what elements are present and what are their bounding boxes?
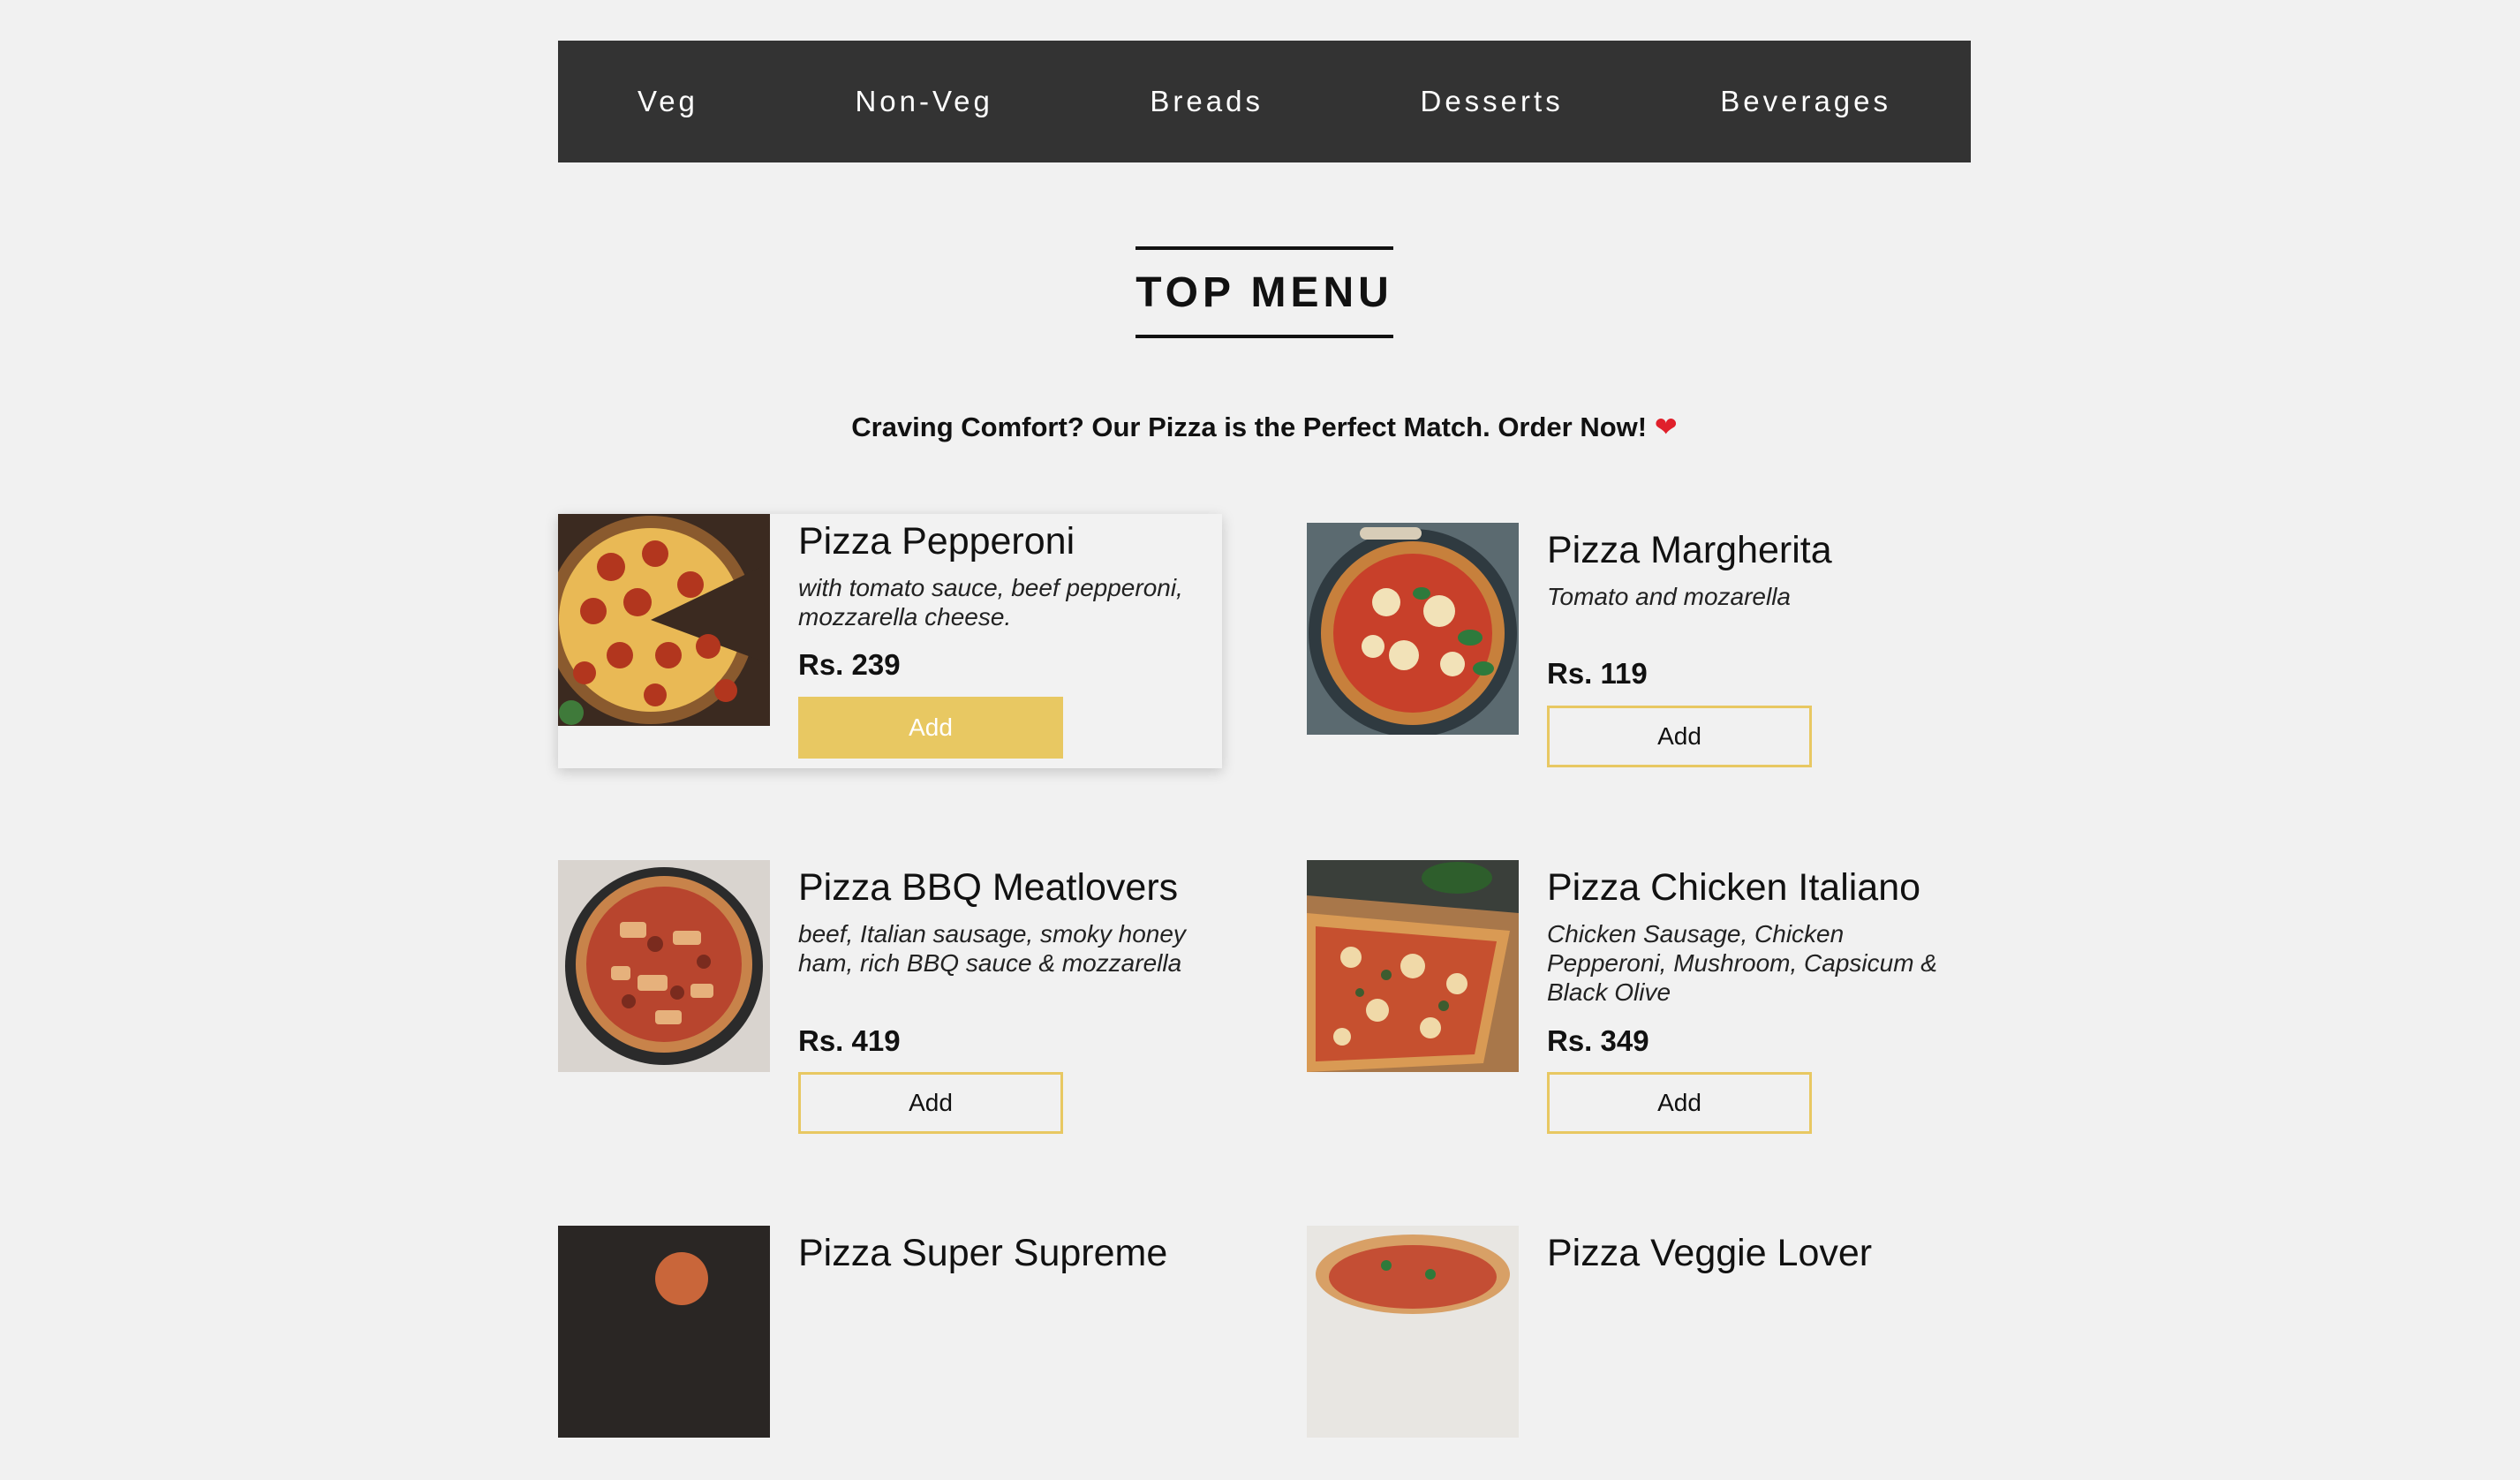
pizza-image: [1307, 860, 1519, 1072]
pizza-image: [558, 514, 770, 726]
item-name: Pizza Chicken Italiano: [1547, 866, 1921, 909]
nav-item-veg[interactable]: Veg: [638, 85, 698, 118]
menu-card-pepperoni[interactable]: Pizza Pepperoni with tomato sauce, beef …: [558, 514, 1222, 768]
item-description: Tomato and mozarella: [1547, 583, 1792, 611]
add-button[interactable]: Add: [1547, 1072, 1812, 1134]
item-price: Rs. 349: [1547, 1024, 1649, 1057]
item-price: Rs. 239: [798, 648, 901, 681]
item-name: Pizza Pepperoni: [798, 520, 1075, 563]
add-button[interactable]: Add: [798, 697, 1063, 759]
item-price: Rs. 119: [1547, 657, 1648, 690]
item-description: Chicken Sausage, Chicken Pepperoni, Mush…: [1547, 920, 1937, 1007]
item-name: Pizza Veggie Lover: [1547, 1232, 1873, 1274]
pizza-image: [558, 860, 770, 1072]
add-button[interactable]: Add: [1547, 706, 1812, 767]
menu-card-chicken-italiano[interactable]: Pizza Chicken Italiano Chicken Sausage, …: [1307, 860, 1971, 1134]
item-description: with tomato sauce, beef pepperoni, mozza…: [798, 574, 1183, 631]
tagline-text: Craving Comfort? Our Pizza is the Perfec…: [851, 412, 1648, 442]
pizza-image: [1307, 523, 1519, 735]
item-price: Rs. 419: [798, 1024, 901, 1057]
item-name: Pizza BBQ Meatlovers: [798, 866, 1179, 909]
menu-title: TOP MENU: [1136, 268, 1393, 316]
nav-item-non-veg[interactable]: Non-Veg: [855, 85, 992, 118]
pizza-image: [558, 1226, 770, 1438]
pizza-image: [1307, 1226, 1519, 1438]
menu-tagline: Craving Comfort? Our Pizza is the Perfec…: [0, 412, 2520, 443]
add-button[interactable]: Add: [798, 1072, 1063, 1134]
menu-title-box: TOP MENU: [1136, 246, 1393, 338]
item-name: Pizza Margherita: [1547, 529, 1832, 571]
nav-item-breads[interactable]: Breads: [1150, 85, 1264, 118]
category-nav: Veg Non-Veg Breads Desserts Beverages: [558, 41, 1971, 162]
heart-icon: ❤: [1654, 412, 1678, 442]
nav-item-beverages[interactable]: Beverages: [1720, 85, 1891, 118]
menu-card-super-supreme[interactable]: Pizza Super Supreme: [558, 1226, 1222, 1480]
menu-card-veggie-lover[interactable]: Pizza Veggie Lover: [1307, 1226, 1971, 1480]
item-description: beef, Italian sausage, smoky honey ham, …: [798, 920, 1186, 978]
menu-card-bbq-meatlovers[interactable]: Pizza BBQ Meatlovers beef, Italian sausa…: [558, 860, 1222, 1134]
menu-card-margherita[interactable]: Pizza Margherita Tomato and mozarella Rs…: [1307, 523, 1971, 777]
item-name: Pizza Super Supreme: [798, 1232, 1168, 1274]
nav-item-desserts[interactable]: Desserts: [1421, 85, 1564, 118]
